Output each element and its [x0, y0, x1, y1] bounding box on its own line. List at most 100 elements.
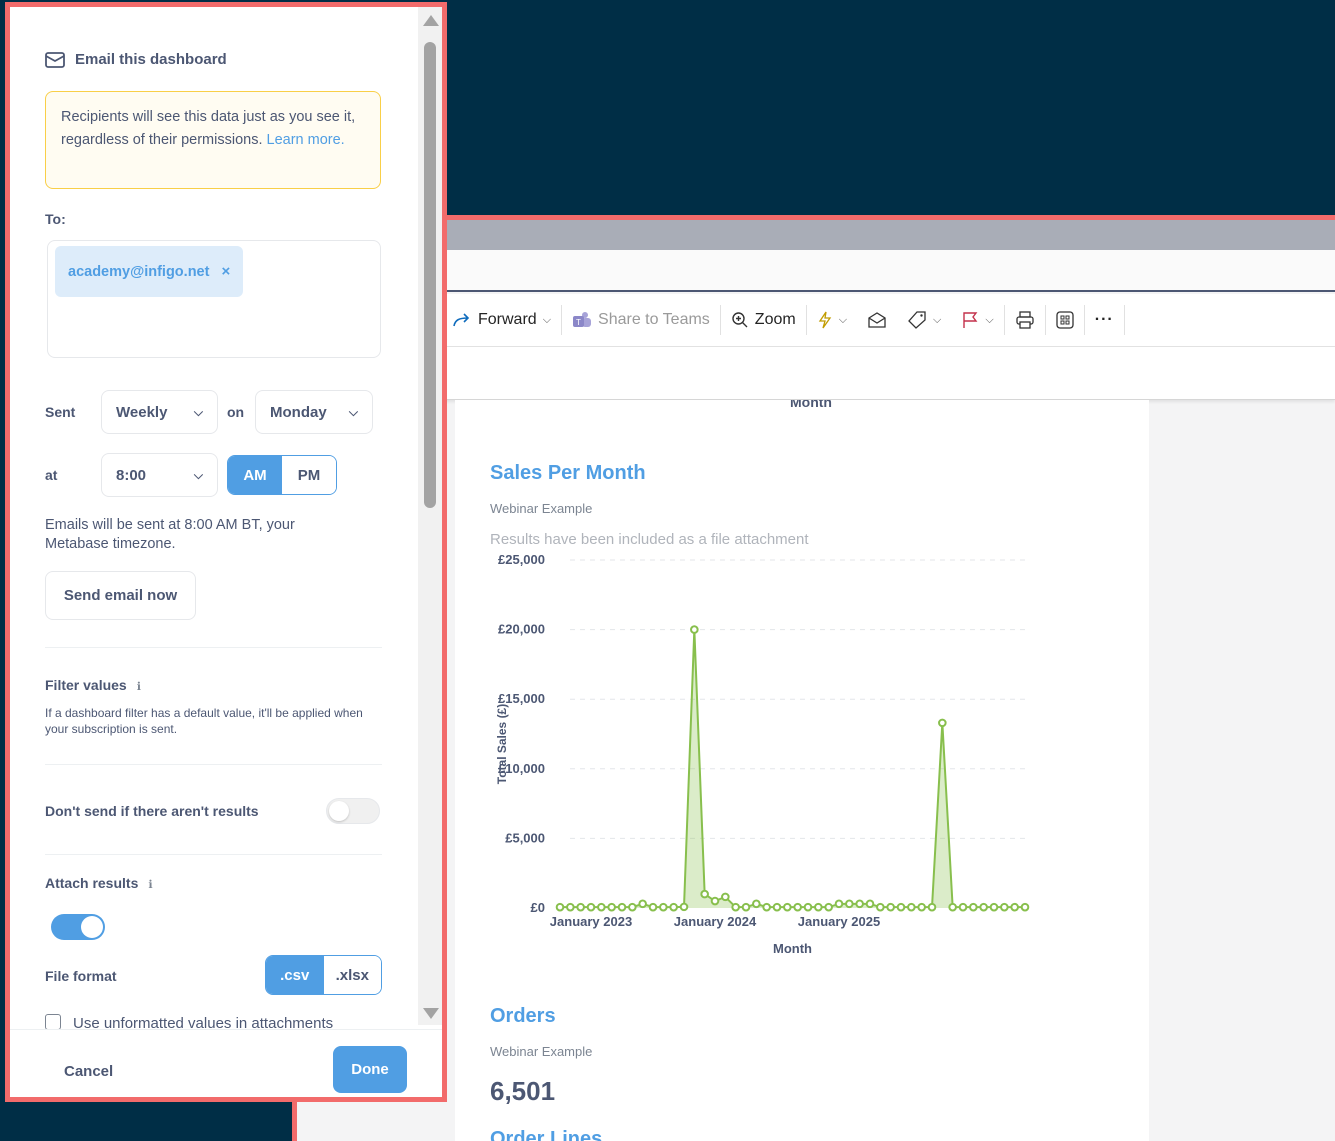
sales-card-subtitle: Webinar Example: [490, 501, 593, 516]
data-point: [948, 902, 957, 912]
chevron-down-icon: ⌵: [348, 404, 358, 419]
y-tick-label: £5,000: [505, 830, 545, 845]
teams-icon: T: [573, 312, 592, 327]
recipients-input[interactable]: academy@infigo.net ×: [47, 240, 381, 358]
info-icon[interactable]: ℹ: [137, 681, 141, 693]
data-point: [803, 902, 813, 912]
info-icon[interactable]: ℹ: [148, 879, 152, 891]
y-tick-label: £25,000: [498, 552, 545, 567]
flag-button[interactable]: ⌵: [951, 305, 1005, 335]
zoom-icon: [732, 312, 748, 328]
data-point: [638, 899, 647, 909]
data-point: [958, 902, 968, 912]
data-point: [917, 902, 926, 912]
attach-results-toggle[interactable]: [51, 914, 105, 940]
title-bar: [297, 220, 1335, 250]
xlsx-option[interactable]: .xlsx: [323, 956, 381, 994]
x-tick-label: January 2024: [674, 914, 757, 929]
data-point: [721, 892, 730, 902]
filter-values-note: If a dashboard filter has a default valu…: [45, 706, 363, 736]
time-value: 8:00: [116, 466, 147, 484]
chevron-down-icon: ⌵: [542, 313, 552, 326]
data-point: [876, 902, 885, 912]
print-button[interactable]: [1005, 305, 1046, 335]
sales-card-title[interactable]: Sales Per Month: [490, 462, 646, 485]
lightning-icon: [818, 311, 831, 329]
data-point: [927, 902, 937, 912]
data-point: [938, 718, 947, 728]
x-tick-label: January 2023: [550, 914, 632, 929]
am-pm-toggle: AM PM: [227, 455, 337, 495]
zoom-button[interactable]: Zoom: [721, 305, 807, 335]
panel-scrollbar[interactable]: [418, 7, 442, 1025]
y-tick-label: £20,000: [498, 622, 545, 637]
orders-card-title[interactable]: Orders: [490, 1005, 556, 1028]
permissions-notice: Recipients will see this data just as yo…: [45, 91, 381, 189]
apps-button[interactable]: [1046, 305, 1085, 335]
forward-button[interactable]: Forward ⌵: [442, 305, 563, 335]
y-tick-label: £0: [531, 900, 545, 915]
quick-steps-button[interactable]: ⌵: [807, 305, 857, 335]
share-to-teams-button[interactable]: T Share to Teams: [562, 305, 721, 335]
data-point: [783, 902, 792, 912]
time-select[interactable]: 8:00 ⌵: [101, 453, 218, 497]
data-point: [690, 625, 699, 634]
data-point: [855, 899, 864, 909]
categorize-button[interactable]: ⌵: [897, 305, 951, 335]
remove-recipient-icon[interactable]: ×: [221, 263, 230, 280]
data-point: [555, 902, 565, 912]
data-point: [772, 902, 782, 912]
message-toolbar: Forward ⌵ T Share to Teams Zoom ⌵ ⌵ ⌵ ··…: [297, 294, 1335, 347]
scroll-down-arrow-icon[interactable]: [423, 1008, 439, 1019]
sent-label: Sent: [45, 404, 76, 420]
scroll-up-arrow-icon[interactable]: [423, 15, 439, 26]
data-point: [576, 902, 585, 912]
flag-icon: [963, 312, 978, 328]
to-label: To:: [45, 211, 66, 227]
data-point: [969, 902, 978, 912]
message-header-bar: [297, 347, 1335, 400]
apps-grid-icon: [1056, 311, 1074, 329]
at-label: at: [45, 467, 58, 483]
done-button[interactable]: Done: [333, 1046, 407, 1093]
scroll-thumb[interactable]: [424, 42, 436, 508]
email-subscription-panel: Email this dashboard Recipients will see…: [5, 2, 447, 1102]
unformatted-values-checkbox[interactable]: [45, 1014, 61, 1030]
csv-option[interactable]: .csv: [266, 956, 324, 994]
data-point: [1020, 902, 1030, 912]
more-options-button[interactable]: ···: [1085, 305, 1125, 335]
pm-option[interactable]: PM: [282, 456, 336, 494]
printer-icon: [1016, 311, 1034, 329]
data-point: [679, 902, 689, 912]
data-point: [907, 902, 916, 912]
data-point: [989, 902, 999, 912]
chevron-down-icon: ⌵: [193, 467, 203, 482]
am-option[interactable]: AM: [228, 456, 282, 494]
chevron-down-icon: ⌵: [193, 404, 203, 419]
chevron-down-icon: ⌵: [838, 313, 848, 326]
cancel-button[interactable]: Cancel: [64, 1063, 113, 1080]
order-lines-card-title[interactable]: Order Lines: [490, 1128, 602, 1141]
email-body: Month Sales Per Month Webinar Example Re…: [455, 400, 1149, 1141]
data-point: [731, 902, 740, 912]
day-select[interactable]: Monday ⌵: [255, 390, 373, 434]
recipient-email: academy@infigo.net: [68, 263, 210, 280]
send-email-now-button[interactable]: Send email now: [45, 571, 196, 620]
sales-per-month-chart: £0£5,000£10,000£15,000£20,000£25,000Janu…: [495, 552, 1030, 956]
divider: [45, 764, 382, 765]
dont-send-toggle[interactable]: [326, 798, 380, 824]
file-format-label: File format: [45, 968, 117, 984]
frequency-select[interactable]: Weekly ⌵: [101, 390, 218, 434]
ribbon-tabs-bar: [297, 250, 1335, 292]
attach-results-title: Attach results: [45, 875, 139, 891]
learn-more-link[interactable]: Learn more.: [267, 132, 345, 148]
data-point: [617, 902, 627, 912]
data-point: [814, 902, 823, 912]
email-client-window: Forward ⌵ T Share to Teams Zoom ⌵ ⌵ ⌵ ··…: [292, 215, 1335, 1141]
data-point: [628, 902, 637, 912]
mark-read-button[interactable]: [857, 305, 897, 335]
data-point: [648, 902, 658, 912]
divider: [45, 647, 382, 648]
on-label: on: [227, 404, 245, 420]
recipient-chip[interactable]: academy@infigo.net ×: [55, 246, 244, 297]
